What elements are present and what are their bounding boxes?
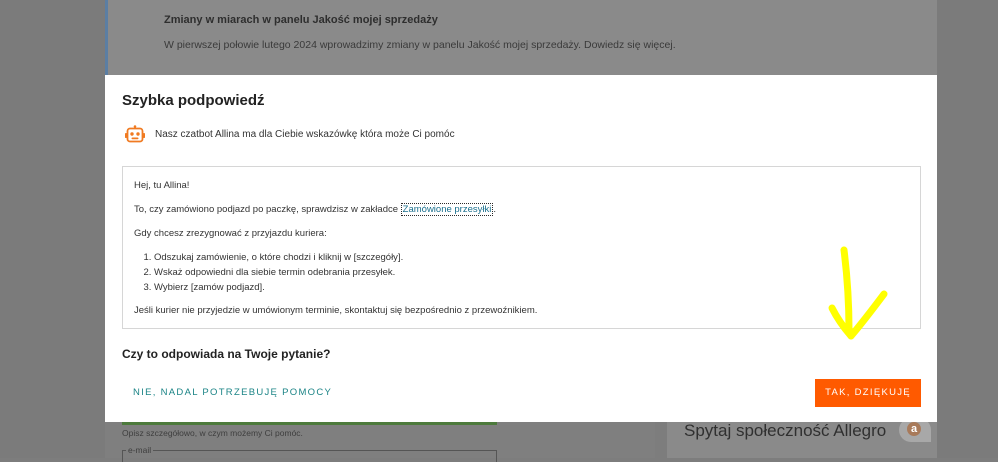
list-item: Odszukaj zamówienie, o które chodzi i kl… bbox=[154, 252, 403, 264]
notice-card: Zmiany w miarach w panelu Jakość mojej s… bbox=[105, 0, 937, 75]
answer-line-2: Gdy chcesz zrezygnować z przyjazdu kurie… bbox=[134, 228, 327, 239]
form-hint: Opisz szczegółowo, w czym możemy Ci pomó… bbox=[122, 428, 303, 438]
bot-message: Nasz czatbot Allina ma dla Ciebie wskazó… bbox=[155, 129, 455, 140]
feedback-question: Czy to odpowiada na Twoje pytanie? bbox=[122, 347, 331, 361]
quick-answer-dialog: Szybka podpowiedź Nasz czatbot Allina ma… bbox=[105, 75, 937, 422]
page-left-margin bbox=[0, 0, 105, 458]
answer-box: Hej, tu Allina! To, czy zamówiono podjaz… bbox=[122, 166, 921, 329]
answer-line-1-prefix: To, czy zamówiono podjazd po paczkę, spr… bbox=[134, 204, 401, 215]
answer-greeting: Hej, tu Allina! bbox=[134, 180, 190, 191]
answer-line-1: To, czy zamówiono podjazd po paczkę, spr… bbox=[134, 203, 496, 216]
community-title: Spytaj społeczność Allegro bbox=[684, 421, 887, 440]
list-item: Wskaż odpowiedni dla siebie termin odebr… bbox=[154, 267, 403, 279]
still-need-help-button[interactable]: NIE, NADAL POTRZEBUJĘ POMOCY bbox=[123, 379, 342, 407]
dialog-title: Szybka podpowiedź bbox=[122, 92, 265, 109]
sent-parcels-link[interactable]: Zamówione przesyłki bbox=[400, 203, 494, 216]
answer-footer: Jeśli kurier nie przyjedzie w umówionym … bbox=[134, 305, 538, 316]
answer-line-1-suffix: . bbox=[493, 204, 496, 215]
community-logo-letter: a bbox=[907, 422, 921, 436]
notice-title: Zmiany w miarach w panelu Jakość mojej s… bbox=[164, 14, 438, 26]
thanks-button[interactable]: TAK, DZIĘKUJĘ bbox=[815, 379, 921, 407]
robot-icon bbox=[125, 125, 145, 143]
annotation-arrow-icon bbox=[828, 246, 888, 340]
list-item: Wybierz [zamów podjazd]. bbox=[154, 282, 403, 294]
steps-list: Odszukaj zamówienie, o które chodzi i kl… bbox=[134, 252, 403, 297]
textarea-bottom-border bbox=[122, 422, 497, 425]
email-field[interactable] bbox=[122, 450, 497, 462]
page-right-margin bbox=[937, 0, 998, 458]
email-field-label: e-mail bbox=[126, 445, 154, 455]
notice-text[interactable]: W pierwszej połowie lutego 2024 wprowadz… bbox=[164, 39, 676, 51]
